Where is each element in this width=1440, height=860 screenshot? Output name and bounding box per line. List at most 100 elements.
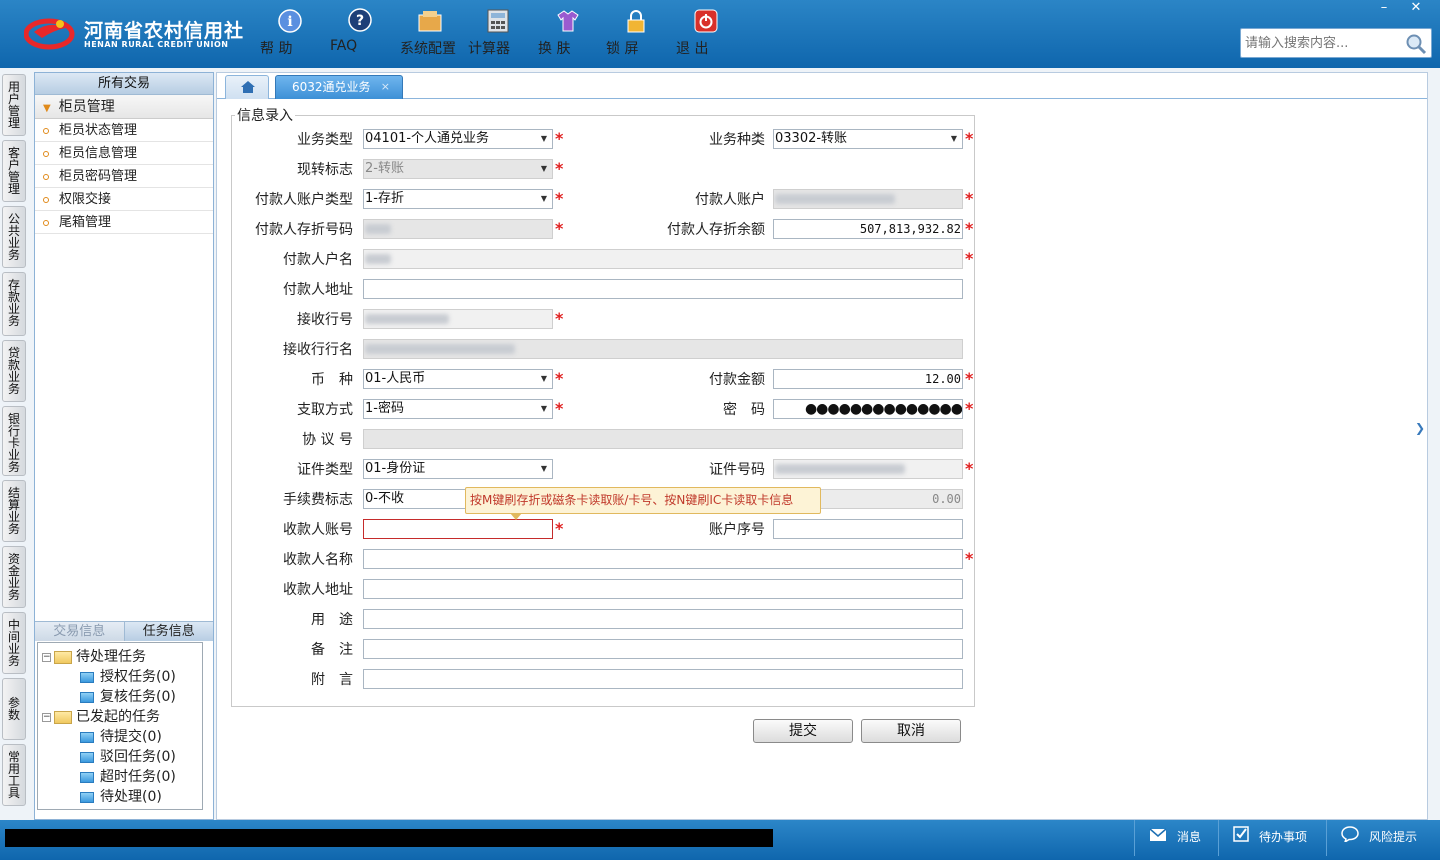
- tree-leaf-rejected[interactable]: 驳回任务(0): [38, 747, 202, 767]
- tab-transaction-info[interactable]: 交易信息: [35, 622, 124, 641]
- vtab-deposit[interactable]: 存款业务: [2, 272, 26, 336]
- chevron-down-icon[interactable]: ▼: [536, 130, 552, 148]
- vtab-params[interactable]: 参数: [2, 678, 26, 740]
- vtab-loan[interactable]: 贷款业务: [2, 340, 26, 402]
- tab-6032[interactable]: 6032通兑业务 ×: [275, 75, 403, 99]
- all-transactions-header[interactable]: 所有交易: [35, 73, 213, 95]
- brand-mark-icon: [24, 18, 75, 50]
- vtab-user-mgmt[interactable]: 用户管理: [2, 74, 26, 136]
- messages-button[interactable]: 消息: [1134, 820, 1214, 856]
- biz-kind-select[interactable]: 03302-转账 ▼: [773, 129, 963, 149]
- vtab-tools[interactable]: 常用工具: [2, 744, 26, 806]
- vtab-settlement[interactable]: 结算业务: [2, 480, 26, 542]
- payee-acct-field[interactable]: [363, 519, 553, 539]
- tree-leaf-label: 待提交(0): [100, 729, 162, 745]
- sidebar-item-teller-password[interactable]: 柜员密码管理: [35, 165, 213, 188]
- chevron-down-icon[interactable]: ▼: [536, 370, 552, 388]
- teller-mgmt-group[interactable]: ▼ 柜员管理: [35, 95, 213, 119]
- id-type-select[interactable]: 01-身份证 ▼: [363, 459, 553, 479]
- search-icon[interactable]: [1405, 33, 1427, 59]
- risk-button[interactable]: 风险提示: [1326, 820, 1436, 856]
- payer-acct-field[interactable]: [773, 189, 963, 209]
- tree-leaf-label: 复核任务(0): [100, 689, 176, 705]
- required-marker: *: [555, 369, 564, 388]
- required-marker: *: [555, 129, 564, 148]
- payer-addr-field[interactable]: [363, 279, 963, 299]
- tab-home[interactable]: [225, 75, 269, 99]
- close-tab-icon[interactable]: ×: [381, 76, 390, 98]
- remark-field[interactable]: [363, 639, 963, 659]
- label-payer-book-no: 付款人存折号码: [255, 222, 353, 238]
- expand-right-icon[interactable]: ❯: [1415, 421, 1425, 467]
- close-window-button[interactable]: ✕: [1400, 0, 1432, 18]
- vtab-intermediate[interactable]: 中间业务: [2, 612, 26, 674]
- mail-icon: [1149, 821, 1167, 855]
- task-tabs: 交易信息 任务信息: [35, 621, 213, 641]
- search-input[interactable]: [1241, 29, 1401, 57]
- acct-seq-field[interactable]: [773, 519, 963, 539]
- todo-button[interactable]: 待办事项: [1218, 820, 1322, 856]
- payer-book-no-field[interactable]: [363, 219, 553, 239]
- cancel-button[interactable]: 取消: [861, 719, 961, 743]
- purpose-field[interactable]: [363, 609, 963, 629]
- payee-addr-field[interactable]: [363, 579, 963, 599]
- collapse-icon[interactable]: −: [42, 712, 51, 722]
- sidebar-item-teller-info[interactable]: 柜员信息管理: [35, 142, 213, 165]
- payer-balance-field[interactable]: 507,813,932.82: [773, 219, 963, 239]
- tree-leaf-review[interactable]: 复核任务(0): [38, 687, 202, 707]
- tree-leaf-to-submit[interactable]: 待提交(0): [38, 727, 202, 747]
- minimize-button[interactable]: –: [1368, 0, 1400, 18]
- tree-leaf-processing[interactable]: 待处理(0): [38, 787, 202, 807]
- settings-button[interactable]: 系统配置: [400, 8, 460, 60]
- brand-name-cn: 河南省农村信用社: [84, 20, 245, 42]
- chevron-down-icon[interactable]: ▼: [946, 130, 962, 148]
- tree-leaf-label: 待处理(0): [100, 789, 162, 805]
- vtab-funds[interactable]: 资金业务: [2, 546, 26, 608]
- vtab-customer-mgmt[interactable]: 客户管理: [2, 140, 26, 202]
- payer-name-field[interactable]: [363, 249, 963, 269]
- tree-leaf-timeout[interactable]: 超时任务(0): [38, 767, 202, 787]
- payee-name-field[interactable]: [363, 549, 963, 569]
- chevron-down-icon[interactable]: ▼: [536, 160, 552, 178]
- payer-acct-type-select[interactable]: 1-存折 ▼: [363, 189, 553, 209]
- bullet-icon: [43, 127, 49, 134]
- calculator-button[interactable]: 计算器: [468, 8, 528, 60]
- tree-leaf-authorize[interactable]: 授权任务(0): [38, 667, 202, 687]
- teller-mgmt-label: 柜员管理: [58, 99, 115, 115]
- sidebar-item-label: 柜员密码管理: [59, 169, 138, 184]
- chevron-down-icon[interactable]: ▼: [536, 400, 552, 418]
- biz-type-value: 04101-个人通兑业务: [365, 131, 490, 146]
- chevron-down-icon[interactable]: ▼: [536, 190, 552, 208]
- tab-task-info[interactable]: 任务信息: [123, 622, 213, 641]
- currency-select[interactable]: 01-人民币 ▼: [363, 369, 553, 389]
- help-button[interactable]: i 帮 助: [260, 8, 320, 60]
- submit-button[interactable]: 提交: [753, 719, 853, 743]
- chevron-down-icon[interactable]: ▼: [536, 460, 552, 478]
- skin-button[interactable]: 换 肤: [538, 8, 598, 60]
- cash-flag-select[interactable]: 2-转账 ▼: [363, 159, 553, 179]
- recv-bank-no-field[interactable]: [363, 309, 553, 329]
- agreement-field[interactable]: [363, 429, 963, 449]
- withdraw-select[interactable]: 1-密码 ▼: [363, 399, 553, 419]
- postscript-field[interactable]: [363, 669, 963, 689]
- collapse-icon[interactable]: −: [42, 652, 51, 662]
- sidebar-item-teller-status[interactable]: 柜员状态管理: [35, 119, 213, 142]
- redacted-value: [775, 193, 895, 204]
- faq-button[interactable]: ? FAQ: [330, 8, 390, 60]
- sidebar-item-tail-box[interactable]: 尾箱管理: [35, 211, 213, 234]
- password-field[interactable]: ●●●●●●●●●●●●●●: [773, 399, 963, 419]
- id-no-field[interactable]: [773, 459, 963, 479]
- sidebar-item-permission-handover[interactable]: 权限交接: [35, 188, 213, 211]
- recv-bank-name-field[interactable]: [363, 339, 963, 359]
- tree-node-pending[interactable]: − 待处理任务: [38, 647, 202, 667]
- lock-screen-button[interactable]: 锁 屏: [606, 8, 666, 60]
- label-payer-acct-type: 付款人账户类型: [255, 192, 353, 208]
- amount-field[interactable]: 12.00: [773, 369, 963, 389]
- bullet-icon: [43, 150, 49, 157]
- vtab-bank-card[interactable]: 银行卡业务: [2, 406, 26, 476]
- tree-leaf-label: 驳回任务(0): [100, 749, 176, 765]
- exit-button[interactable]: 退 出: [676, 8, 736, 60]
- biz-type-select[interactable]: 04101-个人通兑业务 ▼: [363, 129, 553, 149]
- vtab-public-business[interactable]: 公共业务: [2, 206, 26, 268]
- tree-node-initiated[interactable]: − 已发起的任务: [38, 707, 202, 727]
